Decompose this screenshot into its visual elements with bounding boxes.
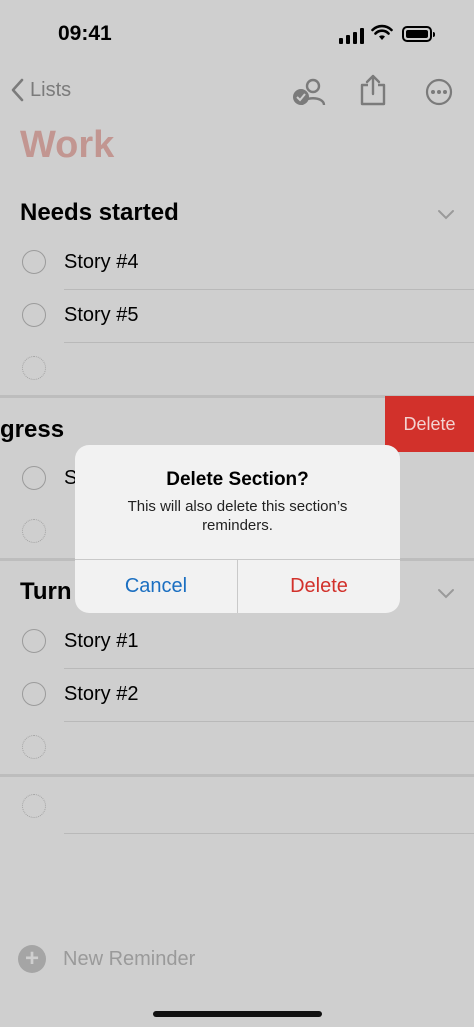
reminder-title[interactable]: Story #5 <box>64 304 138 327</box>
list-title: Work <box>20 124 115 166</box>
new-reminder-placeholder-circle[interactable] <box>22 794 46 818</box>
new-reminder-button[interactable]: + New Reminder <box>18 945 195 973</box>
home-indicator[interactable] <box>153 1011 322 1017</box>
alert-message: This will also delete this section’s rem… <box>127 498 348 534</box>
battery-icon <box>402 26 435 42</box>
divider <box>64 342 474 343</box>
reminder-checkbox[interactable] <box>22 466 46 490</box>
cancel-button[interactable]: Cancel <box>75 560 237 613</box>
reminder-title[interactable]: Story #4 <box>64 251 138 274</box>
swipe-delete-button[interactable]: Delete <box>385 396 474 452</box>
chevron-left-icon <box>11 78 24 102</box>
cellular-signal-icon <box>339 28 365 44</box>
delete-section-alert: Delete Section? This will also delete th… <box>75 445 400 613</box>
wifi-icon <box>371 24 393 40</box>
divider <box>64 289 474 290</box>
new-reminder-placeholder-circle[interactable] <box>22 356 46 380</box>
section-separator <box>0 774 474 777</box>
new-reminder-placeholder-circle[interactable] <box>22 735 46 759</box>
share-list-person-icon[interactable] <box>292 76 328 108</box>
delete-button[interactable]: Delete <box>238 560 400 613</box>
back-button[interactable]: Lists <box>10 78 71 102</box>
divider <box>64 721 474 722</box>
reminder-checkbox[interactable] <box>22 629 46 653</box>
chevron-down-icon[interactable] <box>437 209 455 221</box>
divider <box>64 833 474 834</box>
alert-title: Delete Section? <box>166 469 309 490</box>
share-icon[interactable] <box>359 73 387 107</box>
reminder-checkbox[interactable] <box>22 250 46 274</box>
section-title-in-progress[interactable]: gress <box>0 416 64 444</box>
reminder-checkbox[interactable] <box>22 303 46 327</box>
reminder-checkbox[interactable] <box>22 682 46 706</box>
back-label: Lists <box>30 78 72 101</box>
new-reminder-label: New Reminder <box>63 947 196 970</box>
new-reminder-placeholder-circle[interactable] <box>22 519 46 543</box>
status-time: 09:41 <box>58 22 112 45</box>
section-title-turned-in[interactable]: Turn <box>20 578 72 606</box>
plus-circle-icon: + <box>18 945 46 973</box>
reminder-title[interactable]: Story #1 <box>64 630 138 653</box>
divider <box>64 668 474 669</box>
section-title-needs-started[interactable]: Needs started <box>20 199 179 227</box>
more-options-icon[interactable] <box>425 78 453 106</box>
reminder-title[interactable]: Story #2 <box>64 683 138 706</box>
chevron-down-icon[interactable] <box>437 588 455 600</box>
